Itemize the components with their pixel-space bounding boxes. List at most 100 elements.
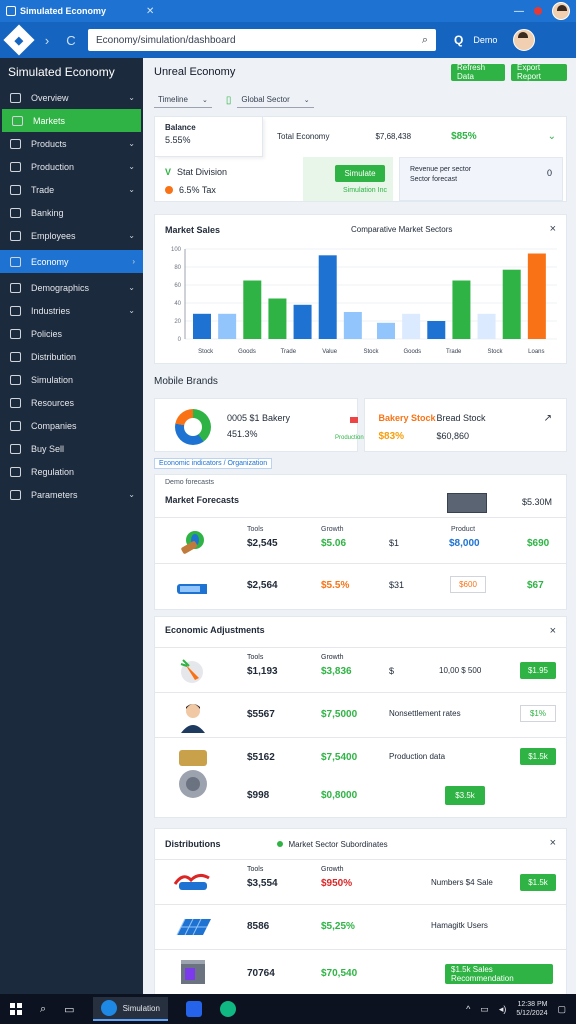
- sidebar-item-banking[interactable]: Banking: [0, 201, 143, 224]
- search-icon[interactable]: ⌕: [40, 1003, 46, 1016]
- row-apply-button[interactable]: $1%: [520, 705, 556, 722]
- bar[interactable]: [477, 313, 496, 339]
- tab-indicators[interactable]: Economic indicators / Organization: [154, 457, 273, 469]
- network-icon[interactable]: ▭: [480, 1004, 489, 1015]
- employees-icon: [10, 230, 21, 241]
- filter-icon[interactable]: ▯: [226, 95, 232, 106]
- table-row[interactable]: 8586 $5,25% Hamagitk Users: [155, 904, 566, 949]
- bar[interactable]: [243, 280, 262, 340]
- titlebar-avatar[interactable]: [552, 2, 570, 20]
- sidebar-item-buy-sell[interactable]: Buy Sell: [0, 437, 143, 460]
- sidebar-item-parameters[interactable]: Parameters ⌄: [0, 483, 143, 506]
- search-icon[interactable]: ⌕: [422, 34, 428, 47]
- sidebar-item-companies[interactable]: Companies: [0, 414, 143, 437]
- row-action-button[interactable]: $600: [450, 576, 486, 593]
- bar[interactable]: [502, 269, 521, 339]
- sidebar-item-demographics[interactable]: Demographics ⌄: [0, 276, 143, 299]
- sales-recommendation-button[interactable]: $1.5k Sales Recommendation: [445, 964, 553, 984]
- taskbar-app-icon-2[interactable]: [219, 1001, 236, 1017]
- simulate-button[interactable]: Simulate: [335, 165, 385, 182]
- user-avatar[interactable]: [513, 29, 536, 51]
- bakery-metric-card[interactable]: 0005 $1 Bakery 451.3% Production: [154, 398, 364, 452]
- start-menu-icon[interactable]: [10, 1003, 22, 1015]
- close-icon[interactable]: ×: [550, 837, 556, 849]
- refresh-data-button[interactable]: Refresh Data: [451, 63, 505, 81]
- forward-icon[interactable]: ›: [40, 33, 54, 48]
- table-row[interactable]: Tools $2,545 Growth $5.06 $1 Product $8,…: [155, 517, 566, 563]
- bar[interactable]: [293, 304, 312, 339]
- bar[interactable]: [402, 313, 421, 339]
- row-growth: $7,5000: [321, 709, 358, 720]
- sidebar-item-employees[interactable]: Employees ⌄: [0, 224, 143, 247]
- sidebar-item-economy[interactable]: Economy ›: [0, 250, 143, 273]
- forecast-preview[interactable]: [447, 493, 487, 513]
- carrot-item-icon: [180, 659, 203, 683]
- bar[interactable]: [452, 280, 471, 340]
- table-row[interactable]: $2,564 $5.5% $31 $600 $67: [155, 563, 566, 609]
- row-value: $2,545: [247, 538, 278, 549]
- sidebar-item-distribution[interactable]: Distribution: [0, 345, 143, 368]
- close-icon[interactable]: ×: [550, 625, 556, 637]
- bar[interactable]: [343, 312, 362, 339]
- resources-icon: [10, 397, 21, 408]
- bar[interactable]: [193, 313, 211, 339]
- chevron-down-icon[interactable]: ⌄: [548, 131, 556, 142]
- sidebar-item-simulation[interactable]: Simulation: [0, 368, 143, 391]
- reload-icon[interactable]: C: [64, 33, 78, 48]
- notifications-icon[interactable]: ▢: [557, 1004, 566, 1015]
- x-tick-label: Stock: [198, 349, 214, 355]
- bar[interactable]: [268, 298, 287, 340]
- app-window-icon: [6, 6, 16, 16]
- bar[interactable]: [427, 321, 446, 339]
- close-icon[interactable]: ×: [550, 223, 556, 235]
- row-apply-button[interactable]: $3.5k: [445, 786, 485, 805]
- x-tick-label: Stock: [363, 349, 379, 355]
- balance-tile[interactable]: Balance 5.55%: [155, 117, 263, 157]
- table-row[interactable]: $5162 $7,5400 Production data $1.5k $998…: [155, 737, 566, 817]
- x-tick-label: Goods: [238, 349, 256, 355]
- sidebar-item-label: Parameters: [31, 489, 78, 500]
- sidebar-item-resources[interactable]: Resources: [0, 391, 143, 414]
- table-row[interactable]: $5567 $7,5000 Nonsettlement rates $1%: [155, 692, 566, 737]
- minimize-button[interactable]: —: [514, 6, 524, 17]
- user-name: Demo: [473, 35, 498, 45]
- bar[interactable]: [218, 313, 237, 339]
- clock[interactable]: 12:38 PM 5/12/2024: [516, 1000, 547, 1018]
- tab-close-icon[interactable]: ✕: [146, 6, 154, 17]
- bar[interactable]: [527, 253, 546, 340]
- taskbar-app-simulation[interactable]: Simulation: [92, 997, 168, 1021]
- row-apply-button[interactable]: $1.95: [520, 662, 556, 679]
- sidebar-item-production[interactable]: Production ⌄: [0, 155, 143, 178]
- taskbar-app-icon[interactable]: [185, 1001, 202, 1017]
- chevron-down-icon: ⌄: [128, 162, 135, 171]
- table-row[interactable]: Tools $1,193 Growth $3,836 $ 10,00 $ 500…: [155, 647, 566, 692]
- sector-select[interactable]: Global Sector ⌄: [237, 92, 314, 108]
- url-field[interactable]: Economy/simulation/dashboard ⌕: [88, 29, 436, 51]
- sidebar-item-overview[interactable]: Overview ⌄: [0, 86, 143, 109]
- sidebar-item-policies[interactable]: Policies: [0, 322, 143, 345]
- sidebar-item-industries[interactable]: Industries ⌄: [0, 299, 143, 322]
- task-view-icon[interactable]: ▭: [64, 1003, 74, 1016]
- sidebar-item-products[interactable]: Products ⌄: [0, 132, 143, 155]
- sidebar-item-trade[interactable]: Trade ⌄: [0, 178, 143, 201]
- row-apply-button[interactable]: $1.5k: [520, 874, 556, 891]
- timeline-select[interactable]: Timeline ⌄: [154, 92, 212, 108]
- volume-icon[interactable]: ◂): [499, 1004, 507, 1015]
- bar[interactable]: [377, 322, 395, 339]
- simulate-label: Simulation Inc: [343, 187, 387, 194]
- app-logo-icon[interactable]: ◆: [3, 24, 35, 56]
- quick-search-icon[interactable]: Q: [454, 33, 463, 47]
- row-apply-button[interactable]: $1.5k: [520, 748, 556, 765]
- table-row[interactable]: 70764 $70,540 $1.5k Sales Recommendation: [155, 949, 566, 999]
- sidebar-item-markets[interactable]: Markets: [2, 109, 141, 132]
- tray-expand-icon[interactable]: ^: [466, 1004, 470, 1014]
- table-row[interactable]: Tools $3,554 Growth $950% Numbers $4 Sal…: [155, 859, 566, 904]
- row-value: $998: [247, 790, 270, 801]
- export-report-button[interactable]: Export Report: [511, 63, 567, 81]
- sidebar-item-regulation[interactable]: Regulation: [0, 460, 143, 483]
- y-tick-label: 100: [171, 247, 182, 253]
- timeline-select-value: Timeline: [158, 95, 188, 104]
- bread-metric-card[interactable]: Bakery Stock $83% Bread Stock $60,860 ↗: [363, 398, 567, 452]
- bar[interactable]: [318, 255, 337, 339]
- forecast-subtitle: Demo forecasts: [165, 479, 215, 486]
